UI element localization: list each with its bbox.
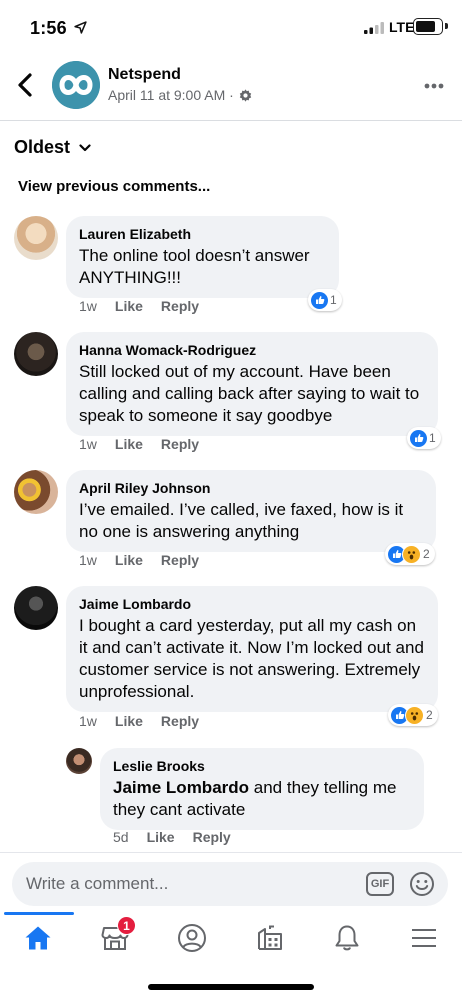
avatar[interactable]: [14, 216, 58, 260]
like-reaction-icon: [311, 291, 328, 309]
page-avatar[interactable]: [52, 61, 100, 109]
bell-icon: [335, 925, 359, 951]
comment-time: 1w: [79, 298, 97, 314]
tab-bar: 1: [0, 910, 462, 966]
comment-text: I’ve emailed. I’ve called, ive faxed, ho…: [79, 500, 404, 541]
reaction-count-text: 1: [330, 293, 337, 307]
status-bar: 1:56 LTE: [0, 0, 462, 52]
avatar[interactable]: [66, 748, 92, 774]
comment-actions: 1w Like Reply: [79, 298, 199, 314]
reply-actions: 5d Like Reply: [113, 829, 231, 845]
profile-icon: [178, 924, 206, 952]
comment-text: I bought a card yesterday, put all my ca…: [79, 616, 424, 701]
reply-author[interactable]: Leslie Brooks: [113, 757, 412, 775]
like-button[interactable]: Like: [115, 436, 143, 452]
wow-reaction-icon: [405, 705, 424, 725]
comment-bubble[interactable]: Lauren Elizabeth The online tool doesn’t…: [66, 216, 339, 298]
marketplace-badge: 1: [117, 916, 136, 935]
comment-actions: 1w Like Reply: [79, 552, 199, 568]
battery-icon: [413, 18, 443, 35]
page-name[interactable]: Netspend: [108, 66, 181, 84]
reaction-count[interactable]: 1: [308, 289, 342, 311]
reaction-count[interactable]: 2: [385, 543, 435, 565]
comment-bubble[interactable]: Hanna Womack-Rodriguez Still locked out …: [66, 332, 438, 436]
tab-pages[interactable]: [250, 918, 290, 958]
comment-input[interactable]: [26, 872, 356, 896]
reply-text: Jaime Lombardo and they telling me they …: [113, 777, 412, 821]
comment-author[interactable]: April Riley Johnson: [79, 479, 424, 497]
reaction-count-text: 1: [429, 431, 436, 445]
reply-button[interactable]: Reply: [161, 713, 199, 729]
home-indicator: [148, 984, 314, 990]
comment-bubble[interactable]: Jaime Lombardo I bought a card yesterday…: [66, 586, 438, 712]
like-button[interactable]: Like: [115, 713, 143, 729]
comment-actions: 1w Like Reply: [79, 713, 199, 729]
comment-actions: 1w Like Reply: [79, 436, 199, 452]
post-header: Netspend April 11 at 9:00 AM ·: [0, 52, 462, 120]
sort-dropdown[interactable]: Oldest: [14, 137, 91, 158]
back-button[interactable]: [14, 72, 38, 98]
location-arrow-icon: [74, 21, 87, 34]
reply-button[interactable]: Reply: [193, 829, 231, 845]
avatar[interactable]: [14, 332, 58, 376]
like-reaction-icon: [410, 429, 427, 447]
gear-icon: [239, 89, 252, 102]
netspend-logo-icon: [52, 61, 100, 109]
comment-time: 1w: [79, 713, 97, 729]
reaction-count[interactable]: 2: [388, 704, 438, 726]
reply-button[interactable]: Reply: [161, 436, 199, 452]
tab-menu[interactable]: [404, 918, 444, 958]
network-type: LTE: [389, 19, 415, 35]
comment-author[interactable]: Hanna Womack-Rodriguez: [79, 341, 426, 359]
reply-time: 5d: [113, 829, 129, 845]
comment-text: Still locked out of my account. Have bee…: [79, 362, 420, 425]
tab-marketplace[interactable]: 1: [95, 916, 136, 958]
reply-button[interactable]: Reply: [161, 298, 199, 314]
sort-label: Oldest: [14, 137, 71, 157]
wow-reaction-icon: [402, 544, 421, 564]
status-time: 1:56: [30, 18, 67, 38]
like-button[interactable]: Like: [115, 298, 143, 314]
tab-notifications[interactable]: [327, 918, 367, 958]
mention-link[interactable]: Jaime Lombardo: [113, 778, 249, 797]
signal-icon: [364, 22, 384, 34]
tab-profile[interactable]: [172, 918, 212, 958]
battery-tip: [445, 23, 448, 29]
reaction-count-text: 2: [423, 547, 430, 561]
post-timestamp: April 11 at 9:00 AM ·: [108, 87, 234, 103]
comment-text: The online tool doesn’t answer ANYTHING!…: [79, 246, 310, 287]
reaction-count-text: 2: [426, 708, 433, 722]
view-previous-comments-link[interactable]: View previous comments...: [18, 178, 210, 195]
avatar[interactable]: [14, 470, 58, 514]
like-button[interactable]: Like: [147, 829, 175, 845]
comment-composer: GIF: [12, 862, 448, 906]
menu-icon: [412, 929, 436, 947]
comment-time: 1w: [79, 552, 97, 568]
comment-time: 1w: [79, 436, 97, 452]
home-icon: [25, 926, 51, 950]
comment-bubble[interactable]: April Riley Johnson I’ve emailed. I’ve c…: [66, 470, 436, 552]
comment-author[interactable]: Lauren Elizabeth: [79, 225, 327, 243]
reply-bubble[interactable]: Leslie Brooks Jaime Lombardo and they te…: [100, 748, 424, 830]
gif-button[interactable]: GIF: [366, 872, 394, 896]
reply-button[interactable]: Reply: [161, 552, 199, 568]
reaction-count[interactable]: 1: [407, 427, 441, 449]
tab-home[interactable]: [18, 918, 58, 958]
comment-author[interactable]: Jaime Lombardo: [79, 595, 426, 613]
more-options-button[interactable]: [424, 83, 444, 89]
composer-divider: [0, 852, 462, 853]
emoji-button[interactable]: [409, 871, 435, 897]
chevron-down-icon: [79, 143, 91, 151]
like-button[interactable]: Like: [115, 552, 143, 568]
header-divider: [0, 120, 462, 121]
avatar[interactable]: [14, 586, 58, 630]
pages-icon: [258, 925, 282, 950]
